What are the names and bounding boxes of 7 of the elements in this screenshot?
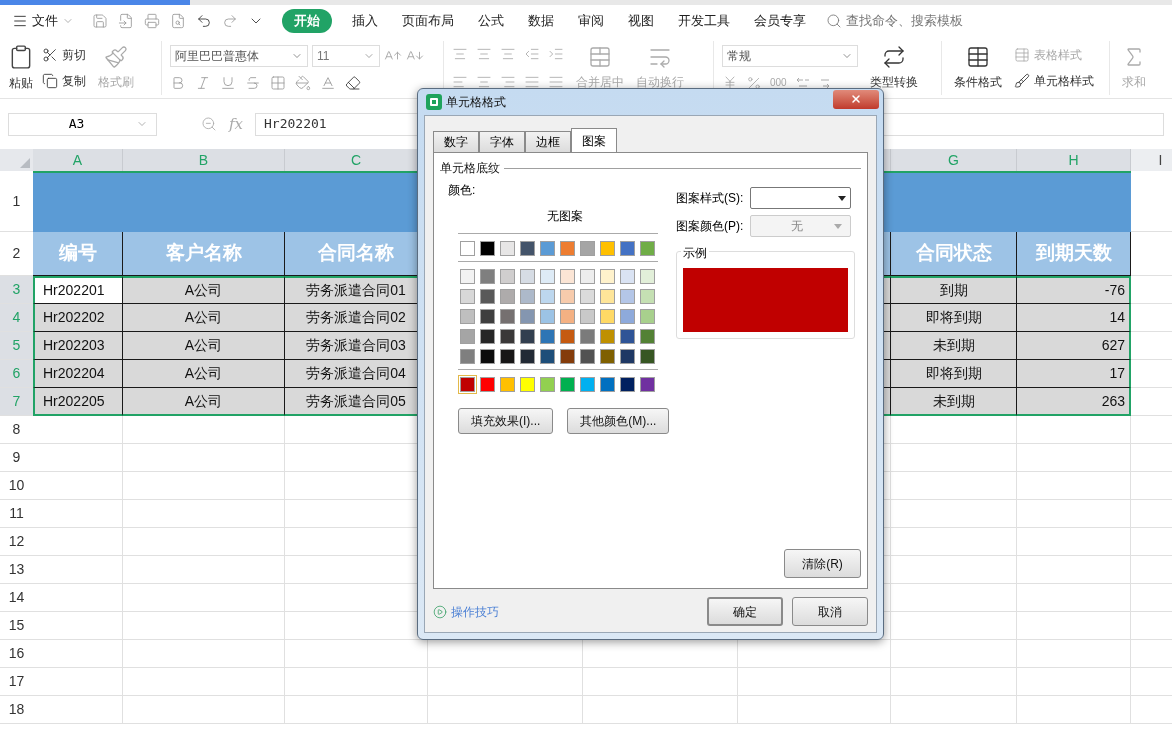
pattern-style-label: 图案样式(S): <box>676 190 745 207</box>
pattern-color-label: 图案颜色(P): <box>676 218 745 235</box>
dialog-title: 单元格格式 <box>446 94 506 111</box>
group-title: 单元格底纹 <box>440 160 500 177</box>
sample-label: 示例 <box>681 244 709 262</box>
color-label: 颜色: <box>448 182 477 199</box>
fx-label: fx <box>229 113 243 135</box>
